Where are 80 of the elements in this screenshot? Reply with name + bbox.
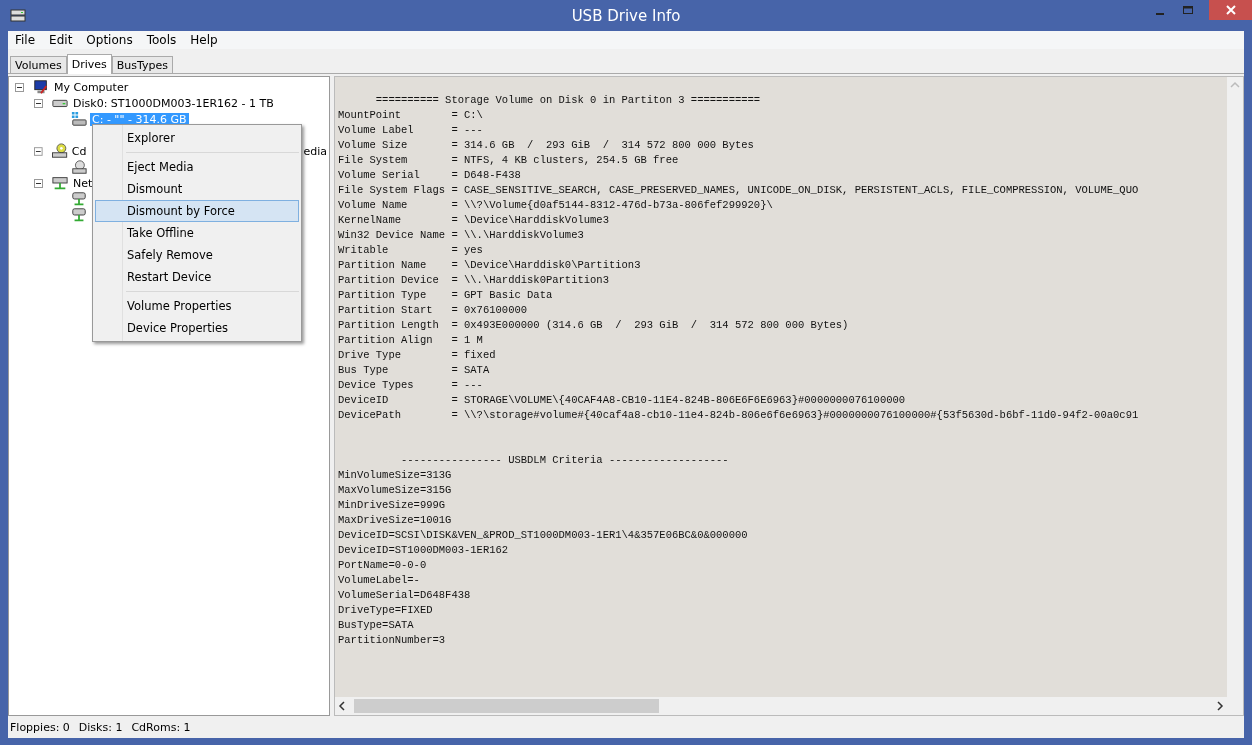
- status-text: Floppies: 0: [10, 720, 70, 734]
- context-menu-item[interactable]: Take Offline: [95, 222, 299, 244]
- tree-item[interactable]: My Computer: [52, 80, 131, 94]
- tab[interactable]: Drives: [66, 54, 112, 74]
- cd-drive-icon: [70, 159, 88, 175]
- detail-line: Volume Name = \\?\Volume{d0af5144-8312-476d-b73a-806fef299920}\: [338, 198, 773, 213]
- window-title: USB Drive Info: [571, 7, 681, 25]
- scroll-right-icon[interactable]: [1216, 701, 1224, 711]
- tree-item[interactable]: Disk0: ST1000DM003-1ER162 - 1 TB: [71, 96, 276, 110]
- detail-line: DeviceID=ST1000DM003-1ER162: [338, 543, 509, 558]
- collapse-icon[interactable]: [34, 178, 43, 188]
- status-text: Disks: 1: [78, 720, 123, 734]
- detail-line: DeviceID = STORAGE\VOLUME\{40CAF4A8-CB10-11E4-824B-806E6F6E6963}#0000000076100000: [338, 393, 906, 408]
- detail-line: BusType=SATA: [338, 618, 414, 633]
- tree-item-text: edia: [302, 144, 328, 158]
- detail-line: Partition Name = \Device\Harddisk0\Partition3: [338, 258, 641, 273]
- detail-line: Partition Type = GPT Basic Data: [338, 288, 553, 303]
- detail-line: MaxDriveSize=1001G: [338, 513, 452, 528]
- context-menu-item[interactable]: Eject Media: [95, 156, 299, 178]
- detail-line: Volume Label = ---: [338, 123, 483, 138]
- detail-line: DriveType=FIXED: [338, 603, 433, 618]
- detail-line: Partition Start = 0x76100000: [338, 303, 528, 318]
- app-icon: [10, 8, 26, 23]
- maximize-icon: [1182, 4, 1194, 16]
- context-menu-item[interactable]: Explorer: [95, 127, 299, 149]
- context-menu-item[interactable]: Safely Remove: [95, 244, 299, 266]
- detail-line: Win32 Device Name = \\.\HarddiskVolume3: [338, 228, 584, 243]
- cd-drive-icon: [50, 143, 68, 159]
- network-icon: [51, 175, 69, 191]
- context-menu-item[interactable]: Restart Device: [95, 266, 299, 288]
- close-icon: [1224, 4, 1237, 16]
- detail-line: Volume Serial = D648-F438: [338, 168, 521, 183]
- detail-line: Writable = yes: [338, 243, 483, 258]
- tab[interactable]: BusTypes: [111, 56, 173, 73]
- context-menu-item[interactable]: Dismount: [95, 178, 299, 200]
- tree-item[interactable]: Cd: [69, 144, 89, 158]
- detail-line: Volume Size = 314.6 GB / 293 GiB / 314 572 800 000 Bytes: [338, 138, 754, 153]
- scroll-left-icon[interactable]: [338, 701, 346, 711]
- status-text: CdRoms: 1: [131, 720, 191, 734]
- collapse-icon[interactable]: [34, 146, 43, 156]
- network-drive-icon: [70, 191, 88, 207]
- detail-line: PartitionNumber=3: [338, 633, 446, 648]
- menu-item[interactable]: File: [8, 33, 43, 47]
- tab[interactable]: Volumes: [10, 56, 67, 73]
- detail-line: MinDriveSize=999G: [338, 498, 446, 513]
- detail-line: MountPoint = C:\: [338, 108, 483, 123]
- section-heading: ========== Storage Volume on Disk 0 in Partiton 3 ===========: [374, 93, 761, 108]
- network-drive-icon: [70, 207, 88, 223]
- section-heading: ---------------- USBDLM Criteria -------------------: [400, 453, 729, 468]
- scroll-thumb[interactable]: [354, 699, 659, 713]
- minimize-icon: [1156, 13, 1164, 15]
- detail-line: Partition Device = \\.\Harddisk0Partition3: [338, 273, 609, 288]
- menu-item[interactable]: Tools: [139, 33, 184, 47]
- menu-item[interactable]: Help: [183, 33, 225, 47]
- detail-line: VolumeLabel=-: [338, 573, 420, 588]
- detail-line: VolumeSerial=D648F438: [338, 588, 471, 603]
- context-menu-item[interactable]: Device Properties: [95, 317, 299, 339]
- context-menu-item[interactable]: Dismount by Force: [95, 200, 299, 222]
- detail-line: PortName=0-0-0: [338, 558, 427, 573]
- detail-line: MaxVolumeSize=315G: [338, 483, 452, 498]
- detail-line: Bus Type = SATA: [338, 363, 490, 378]
- detail-line: MinVolumeSize=313G: [338, 468, 452, 483]
- collapse-icon[interactable]: [34, 98, 43, 108]
- tree-item[interactable]: Net: [71, 176, 95, 190]
- windows-drive-icon: [70, 111, 88, 127]
- detail-line: DevicePath = \\?\storage#volume#{40caf4a8-cb10-11e4-824b-806e6f6e6963}#0000000076100000#{53f5630d-b6bf-11d0-94f2-00a0c91: [338, 408, 1139, 423]
- detail-line: Device Types = ---: [338, 378, 483, 393]
- detail-line: Drive Type = fixed: [338, 348, 496, 363]
- detail-line: DeviceID=SCSI\DISK&VEN_&PROD_ST1000DM003-1ER1\4&357E06BC&0&000000: [338, 528, 748, 543]
- detail-line: Partition Length = 0x493E000000 (314.6 GB / 293 GiB / 314 572 800 000 Bytes): [338, 318, 849, 333]
- detail-line: File System Flags = CASE_SENSITIVE_SEARCH, CASE_PRESERVED_NAMES, UNICODE_ON_DISK, PERSISTENT_ACLS, FILE_COMPRESSION, VOLUME_QUO: [338, 183, 1139, 198]
- close-button[interactable]: [1209, 0, 1252, 20]
- collapse-icon[interactable]: [15, 82, 24, 92]
- menu-item[interactable]: Options: [79, 33, 140, 47]
- detail-line: File System = NTFS, 4 KB clusters, 254.5 GB free: [338, 153, 679, 168]
- menu-item[interactable]: Edit: [42, 33, 80, 47]
- computer-icon: [32, 79, 50, 95]
- detail-line: KernelName = \Device\HarddiskVolume3: [338, 213, 609, 228]
- context-menu-item[interactable]: Volume Properties: [95, 295, 299, 317]
- detail-line: Partition Align = 1 M: [338, 333, 483, 348]
